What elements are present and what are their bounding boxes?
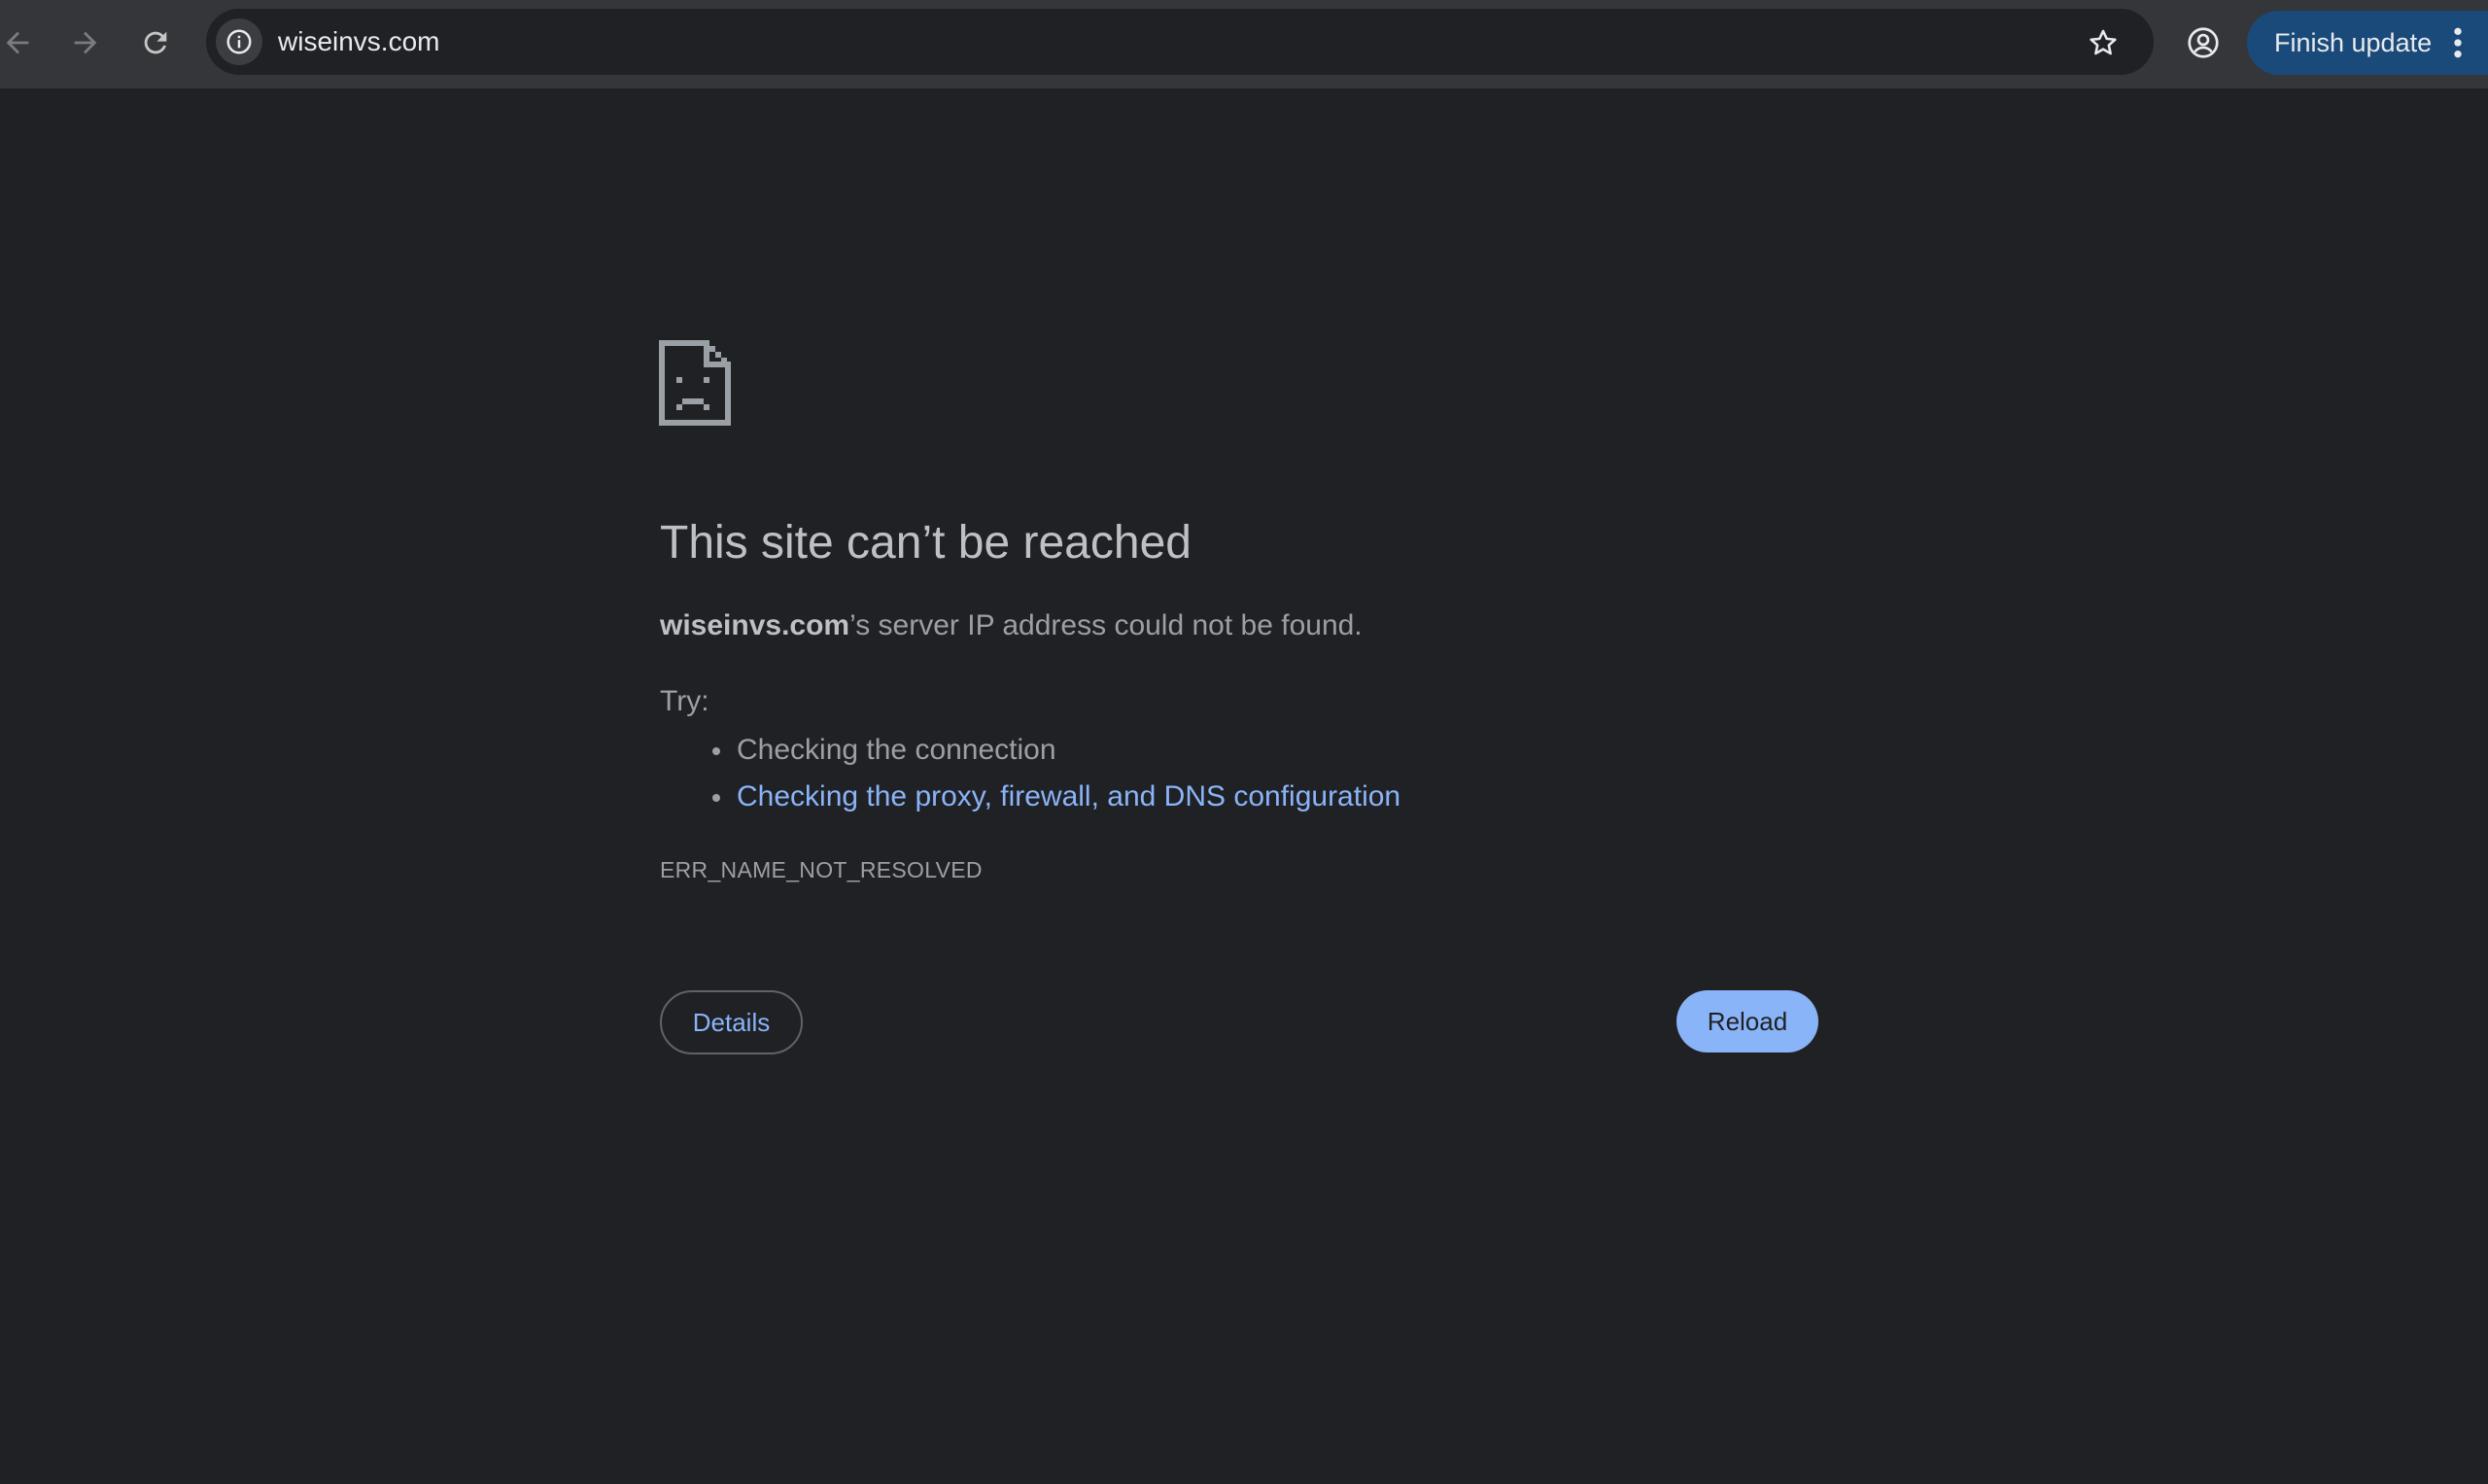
account-circle-icon bbox=[2188, 27, 2219, 58]
address-bar[interactable] bbox=[206, 9, 2154, 75]
error-code: ERR_NAME_NOT_RESOLVED bbox=[660, 857, 983, 882]
suggestion-list: Checking the connection Checking the pro… bbox=[660, 727, 1400, 820]
details-button[interactable]: Details bbox=[660, 990, 803, 1054]
profile-button[interactable] bbox=[2179, 18, 2228, 67]
back-button[interactable] bbox=[0, 17, 43, 68]
suggestion-check-proxy-link[interactable]: Checking the proxy, firewall, and DNS co… bbox=[711, 774, 1400, 820]
error-host: wiseinvs.com bbox=[660, 609, 850, 641]
info-icon bbox=[226, 29, 252, 54]
bookmark-button[interactable] bbox=[2080, 19, 2126, 66]
reload-button[interactable]: Reload bbox=[1676, 990, 1818, 1053]
sad-page-icon bbox=[659, 340, 731, 426]
reload-icon bbox=[144, 31, 167, 54]
reload-page-button[interactable] bbox=[130, 17, 181, 68]
site-info-button[interactable] bbox=[216, 18, 262, 65]
arrow-left-icon bbox=[6, 31, 29, 54]
url-text[interactable]: wiseinvs.com bbox=[278, 24, 439, 59]
error-title: This site can’t be reached bbox=[660, 517, 1192, 569]
browser-toolbar: wiseinvs.com Finish update bbox=[0, 0, 2488, 88]
arrow-right-icon bbox=[74, 31, 97, 54]
error-message-suffix: ’s server IP address could not be found. bbox=[849, 609, 1363, 641]
forward-button[interactable] bbox=[60, 17, 111, 68]
star-icon bbox=[2090, 29, 2117, 55]
suggestion-check-connection: Checking the connection bbox=[711, 727, 1400, 774]
error-message: wiseinvs.com’s server IP address could n… bbox=[660, 606, 1363, 645]
browser-menu-button[interactable] bbox=[2443, 21, 2472, 64]
more-vert-icon bbox=[2454, 27, 2462, 58]
try-label: Try: bbox=[660, 685, 709, 717]
